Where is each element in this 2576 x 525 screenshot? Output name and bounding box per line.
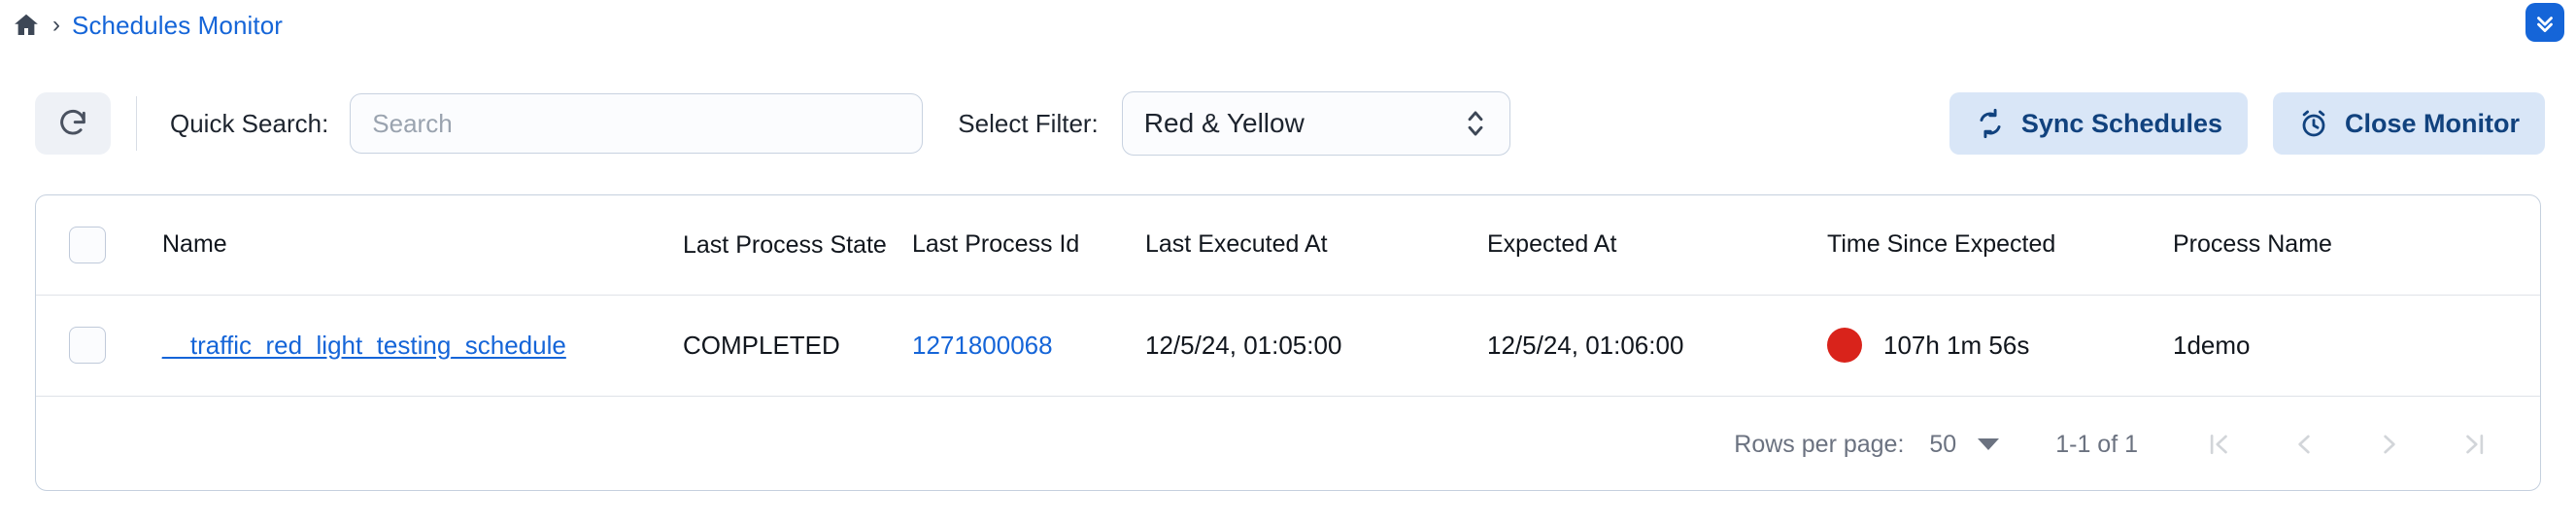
first-page-icon [2204,430,2233,459]
last-page-icon [2460,430,2490,459]
refresh-button[interactable] [35,92,111,155]
row-select-cell [36,295,137,396]
table-header: Name Last Process State Last Process Id … [36,195,2540,295]
sync-schedules-label: Sync Schedules [2021,109,2222,139]
close-monitor-button[interactable]: Close Monitor [2273,92,2545,155]
header-process-name-label: Process Name [2173,230,2540,259]
schedule-name-link[interactable]: __traffic_red_light_testing_schedule [137,331,566,360]
header-last-process-id[interactable]: Last Process Id [912,195,1145,295]
breadcrumb-separator: › [52,14,60,37]
breadcrumb: › Schedules Monitor [0,0,2576,51]
header-expected-at[interactable]: Expected At [1487,195,1827,295]
rows-per-page-label: Rows per page: [1734,431,1904,459]
header-last-process-state[interactable]: Last Process State [683,195,912,295]
cell-last-process-id: 1271800068 [912,295,1145,396]
table-body: __traffic_red_light_testing_schedule COM… [36,295,2540,396]
schedules-table-card: Name Last Process State Last Process Id … [35,194,2541,491]
table-row[interactable]: __traffic_red_light_testing_schedule COM… [36,295,2540,396]
header-expected-at-label: Expected At [1487,230,1827,259]
header-last-process-id-label: Last Process Id [912,230,1145,259]
header-process-name[interactable]: Process Name [2173,195,2540,295]
header-name-label: Name [137,230,683,259]
header-last-executed-at[interactable]: Last Executed At [1145,195,1487,295]
toolbar: Quick Search: Select Filter: Red & Yello… [0,86,2576,161]
select-all-checkbox[interactable] [69,227,106,263]
alarm-clock-icon [2298,108,2329,139]
sync-schedules-button[interactable]: Sync Schedules [1949,92,2248,155]
cell-last-process-state: COMPLETED [683,295,912,396]
last-page-button[interactable] [2453,422,2497,467]
collapse-panel-button[interactable] [2525,3,2564,42]
header-last-executed-at-label: Last Executed At [1145,230,1487,259]
first-page-button[interactable] [2196,422,2241,467]
rows-per-page-value[interactable]: 50 [1929,431,1956,459]
header-time-since-expected[interactable]: Time Since Expected [1827,195,2173,295]
previous-page-button[interactable] [2282,422,2326,467]
double-chevron-down-icon [2532,10,2558,35]
time-since-expected-value: 107h 1m 56s [1883,331,2029,361]
refresh-icon [56,107,89,140]
cell-time-since-expected: 107h 1m 56s [1827,295,2173,396]
cell-process-name: 1demo [2173,295,2540,396]
header-time-since-expected-label: Time Since Expected [1827,230,2173,259]
stepper-arrows-icon [1465,107,1486,140]
rows-per-page-caret-icon[interactable] [1978,438,1999,450]
next-page-button[interactable] [2367,422,2412,467]
status-indicator-dot [1827,328,1862,363]
filter-select[interactable]: Red & Yellow [1122,91,1510,156]
pagination: Rows per page: 50 1-1 of 1 [36,397,2540,492]
close-monitor-label: Close Monitor [2345,109,2520,139]
row-checkbox[interactable] [69,327,106,364]
schedules-table: Name Last Process State Last Process Id … [36,195,2540,397]
quick-search-label: Quick Search: [170,109,328,139]
cell-last-executed-at: 12/5/24, 01:05:00 [1145,295,1487,396]
last-process-id-link[interactable]: 1271800068 [912,331,1053,360]
header-name[interactable]: Name [137,195,683,295]
toolbar-divider [136,96,137,151]
filter-selected-value: Red & Yellow [1144,108,1305,139]
select-filter-label: Select Filter: [958,109,1099,139]
header-last-process-state-label: Last Process State [683,230,912,261]
cell-name: __traffic_red_light_testing_schedule [137,295,683,396]
cell-expected-at: 12/5/24, 01:06:00 [1487,295,1827,396]
pagination-range-label: 1-1 of 1 [2055,431,2138,459]
previous-page-icon [2289,430,2319,459]
next-page-icon [2375,430,2404,459]
table-header-row: Name Last Process State Last Process Id … [36,195,2540,295]
sync-icon [1975,108,2006,139]
home-icon[interactable] [12,11,41,40]
search-input[interactable] [350,93,923,154]
breadcrumb-current-page[interactable]: Schedules Monitor [72,11,283,41]
select-all-header [36,195,137,295]
